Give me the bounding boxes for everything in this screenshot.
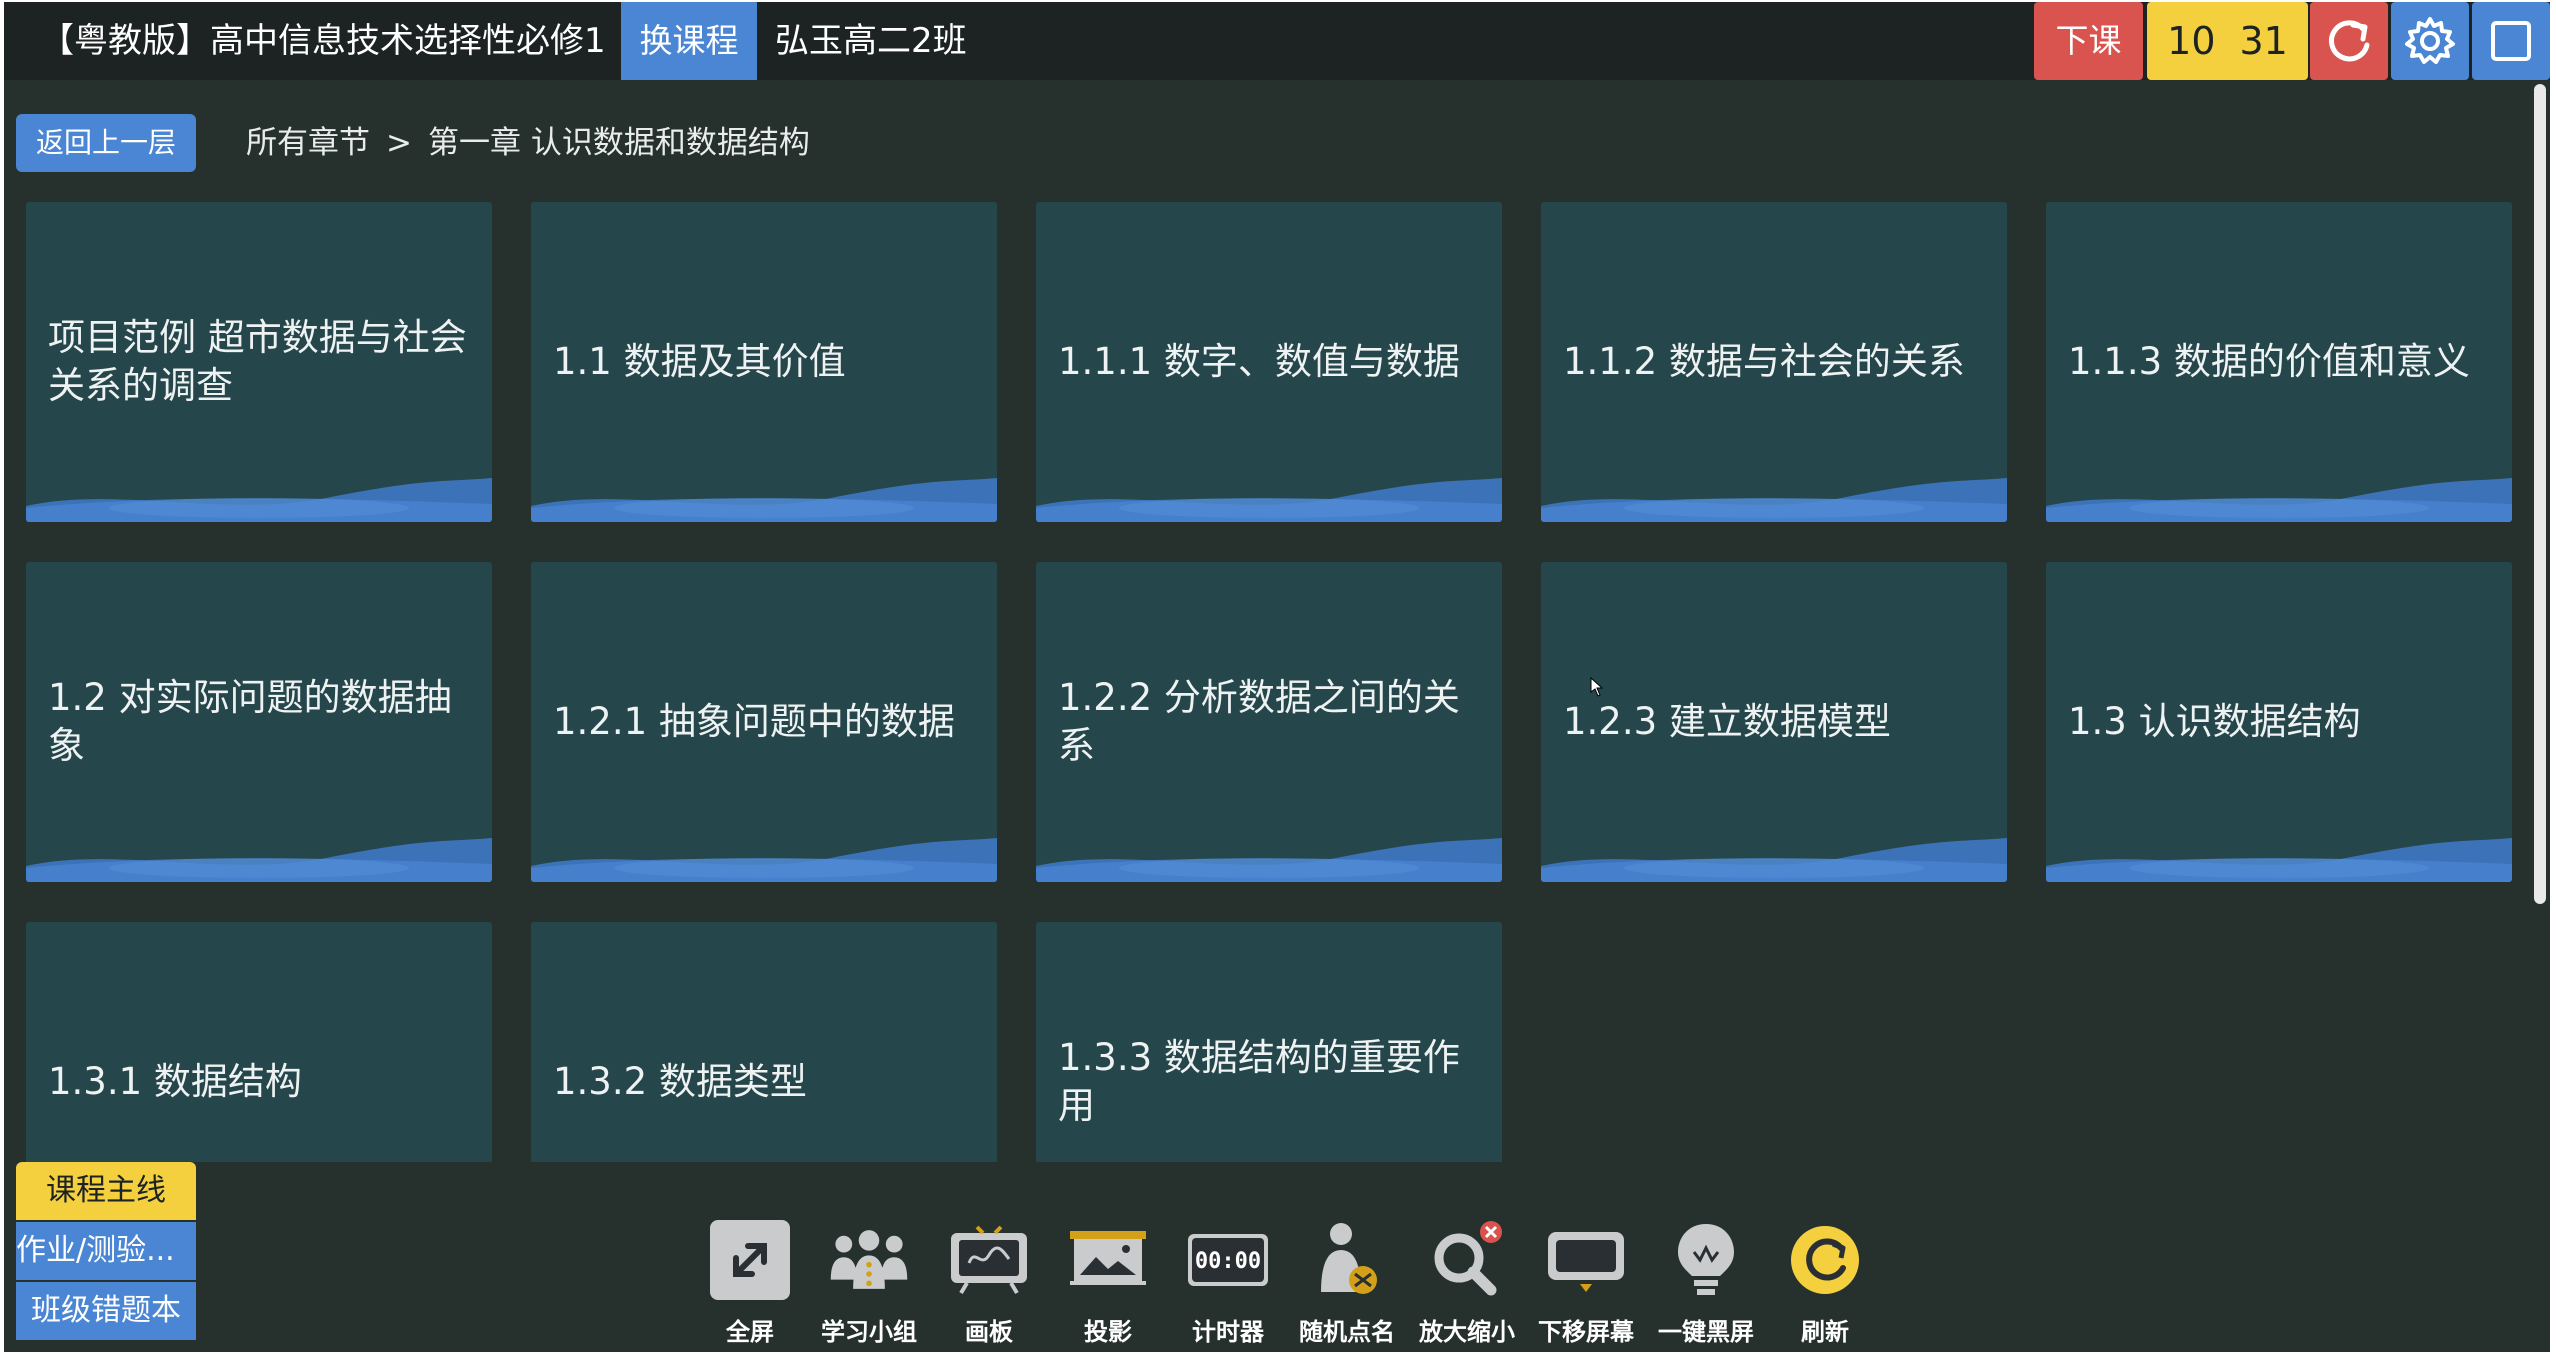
- window-toggle-button[interactable]: [2472, 2, 2550, 80]
- breadcrumb-separator: >: [386, 125, 412, 161]
- settings-button[interactable]: [2391, 2, 2469, 80]
- chapter-card-title: 1.1.1 数字、数值与数据: [1058, 340, 1460, 383]
- app-window: 【粤教版】高中信息技术选择性必修1 换课程 弘玉高二2班 下课 10 31 返回上…: [4, 2, 2550, 1352]
- card-wave-decoration: [26, 478, 492, 522]
- chapter-card[interactable]: 1.1 数据及其价值: [531, 202, 997, 522]
- course-main-line-tab[interactable]: 课程主线: [16, 1162, 196, 1220]
- drawing-board-icon: [947, 1218, 1031, 1302]
- tool-group-button[interactable]: 学习小组: [813, 1214, 925, 1346]
- chapter-card[interactable]: 1.2.1 抽象问题中的数据: [531, 562, 997, 882]
- scrollbar[interactable]: [2530, 80, 2550, 1352]
- tool-label: 全屏: [726, 1318, 774, 1346]
- chapter-card-title: 1.2 对实际问题的数据抽象: [48, 676, 452, 767]
- end-class-button[interactable]: 下课: [2034, 2, 2143, 80]
- chapter-card-title: 1.1 数据及其价值: [553, 340, 846, 383]
- chapter-card[interactable]: 1.2.2 分析数据之间的关系: [1036, 562, 1502, 882]
- tool-lightbulb-button[interactable]: 一键黑屏: [1650, 1214, 1762, 1346]
- tool-label: 刷新: [1801, 1318, 1849, 1346]
- card-wave-decoration: [531, 478, 997, 522]
- chapter-card[interactable]: 1.3.2 数据类型: [531, 922, 997, 1162]
- bottom-toolbar: 全屏 学习小组 画板 投影 00:00 计时器 随机点名 放大缩小 下移屏幕 一键黑屏 刷新: [694, 1214, 1874, 1346]
- refresh-icon: [1783, 1218, 1867, 1302]
- tool-projector-button[interactable]: 投影: [1052, 1214, 1164, 1346]
- refresh-icon: [2329, 20, 2370, 62]
- tool-label: 学习小组: [821, 1318, 917, 1346]
- chapter-card[interactable]: 1.2.3 建立数据模型: [1541, 562, 2007, 882]
- card-wave-decoration: [1541, 478, 2007, 522]
- chapter-card-title: 1.2.1 抽象问题中的数据: [553, 700, 955, 743]
- card-wave-decoration: [531, 838, 997, 882]
- timer-seconds: 31: [2239, 19, 2288, 63]
- chapter-card[interactable]: 1.2 对实际问题的数据抽象: [26, 562, 492, 882]
- scrollbar-thumb[interactable]: [2534, 84, 2546, 904]
- tool-refresh-button[interactable]: 刷新: [1769, 1214, 1881, 1346]
- tool-timer-button[interactable]: 00:00 计时器: [1172, 1214, 1284, 1346]
- chapter-card[interactable]: 1.3 认识数据结构: [2046, 562, 2512, 882]
- gear-icon: [2405, 17, 2455, 64]
- tool-screen-down-button[interactable]: 下移屏幕: [1530, 1214, 1642, 1346]
- chapter-card[interactable]: 1.1.1 数字、数值与数据: [1036, 202, 1502, 522]
- card-wave-decoration: [2046, 838, 2512, 882]
- fullscreen-icon: [708, 1218, 792, 1302]
- mouse-cursor-icon: [1590, 676, 1604, 697]
- tool-label: 放大缩小: [1419, 1318, 1515, 1346]
- group-icon: [827, 1218, 911, 1302]
- tool-random-pick-button[interactable]: 随机点名: [1291, 1214, 1403, 1346]
- chapter-card[interactable]: 1.1.3 数据的价值和意义: [2046, 202, 2512, 522]
- card-wave-decoration: [1036, 838, 1502, 882]
- course-title: 【粤教版】高中信息技术选择性必修1: [40, 21, 606, 61]
- chapter-card-title: 1.3.1 数据结构: [48, 1060, 302, 1103]
- chapter-card-title: 1.1.3 数据的价值和意义: [2068, 340, 2470, 383]
- tool-label: 一键黑屏: [1658, 1318, 1754, 1346]
- top-bar: 【粤教版】高中信息技术选择性必修1 换课程 弘玉高二2班 下课 10 31: [4, 2, 2550, 80]
- class-timer: 10 31: [2147, 2, 2308, 80]
- window-icon: [2491, 21, 2531, 61]
- back-button[interactable]: 返回上一层: [16, 114, 196, 172]
- tool-label: 计时器: [1192, 1318, 1264, 1346]
- breadcrumb: 所有章节 > 第一章 认识数据和数据结构: [246, 114, 810, 172]
- chapter-card[interactable]: 1.1.2 数据与社会的关系: [1541, 202, 2007, 522]
- card-wave-decoration: [1541, 838, 2007, 882]
- chapter-card-title: 1.3.3 数据结构的重要作用: [1058, 1036, 1460, 1127]
- card-wave-decoration: [2046, 478, 2512, 522]
- screen-down-icon: [1544, 1218, 1628, 1302]
- switch-course-button[interactable]: 换课程: [621, 2, 757, 80]
- chapter-card-title: 1.2.2 分析数据之间的关系: [1058, 676, 1460, 767]
- tool-label: 画板: [965, 1318, 1013, 1346]
- chapter-card[interactable]: 1.3.3 数据结构的重要作用: [1036, 922, 1502, 1162]
- refresh-button[interactable]: [2310, 2, 2388, 80]
- card-wave-decoration: [26, 838, 492, 882]
- chapter-card-title: 项目范例 超市数据与社会关系的调查: [48, 316, 467, 407]
- homework-tab[interactable]: 作业/测验...: [16, 1222, 196, 1280]
- projector-icon: [1066, 1218, 1150, 1302]
- tool-magnifier-button[interactable]: 放大缩小: [1411, 1214, 1523, 1346]
- tool-drawing-board-button[interactable]: 画板: [933, 1214, 1045, 1346]
- class-name: 弘玉高二2班: [775, 21, 967, 61]
- chapter-card-title: 1.3.2 数据类型: [553, 1060, 807, 1103]
- chapter-card-title: 1.1.2 数据与社会的关系: [1563, 340, 1965, 383]
- magnifier-icon: [1425, 1218, 1509, 1302]
- tool-label: 投影: [1084, 1318, 1132, 1346]
- lightbulb-icon: [1664, 1218, 1748, 1302]
- tool-label: 随机点名: [1299, 1318, 1395, 1346]
- timer-icon: 00:00: [1186, 1218, 1270, 1302]
- breadcrumb-current: 第一章 认识数据和数据结构: [427, 125, 810, 161]
- tool-fullscreen-button[interactable]: 全屏: [694, 1214, 806, 1346]
- timer-minutes: 10: [2167, 19, 2216, 63]
- chapter-card[interactable]: 项目范例 超市数据与社会关系的调查: [26, 202, 492, 522]
- breadcrumb-root[interactable]: 所有章节: [246, 125, 370, 161]
- tool-label: 下移屏幕: [1538, 1318, 1634, 1346]
- svg-text:00:00: 00:00: [1195, 1249, 1261, 1274]
- card-wave-decoration: [1036, 478, 1502, 522]
- chapter-card-title: 1.2.3 建立数据模型: [1563, 700, 1891, 743]
- chapter-card[interactable]: 1.3.1 数据结构: [26, 922, 492, 1162]
- chapter-grid: 项目范例 超市数据与社会关系的调查 1.1 数据及其价值 1.1.1 数字、数值与数…: [26, 202, 2526, 1162]
- random-pick-icon: [1305, 1218, 1389, 1302]
- wrong-questions-tab[interactable]: 班级错题本: [16, 1282, 196, 1340]
- chapter-card-title: 1.3 认识数据结构: [2068, 700, 2361, 743]
